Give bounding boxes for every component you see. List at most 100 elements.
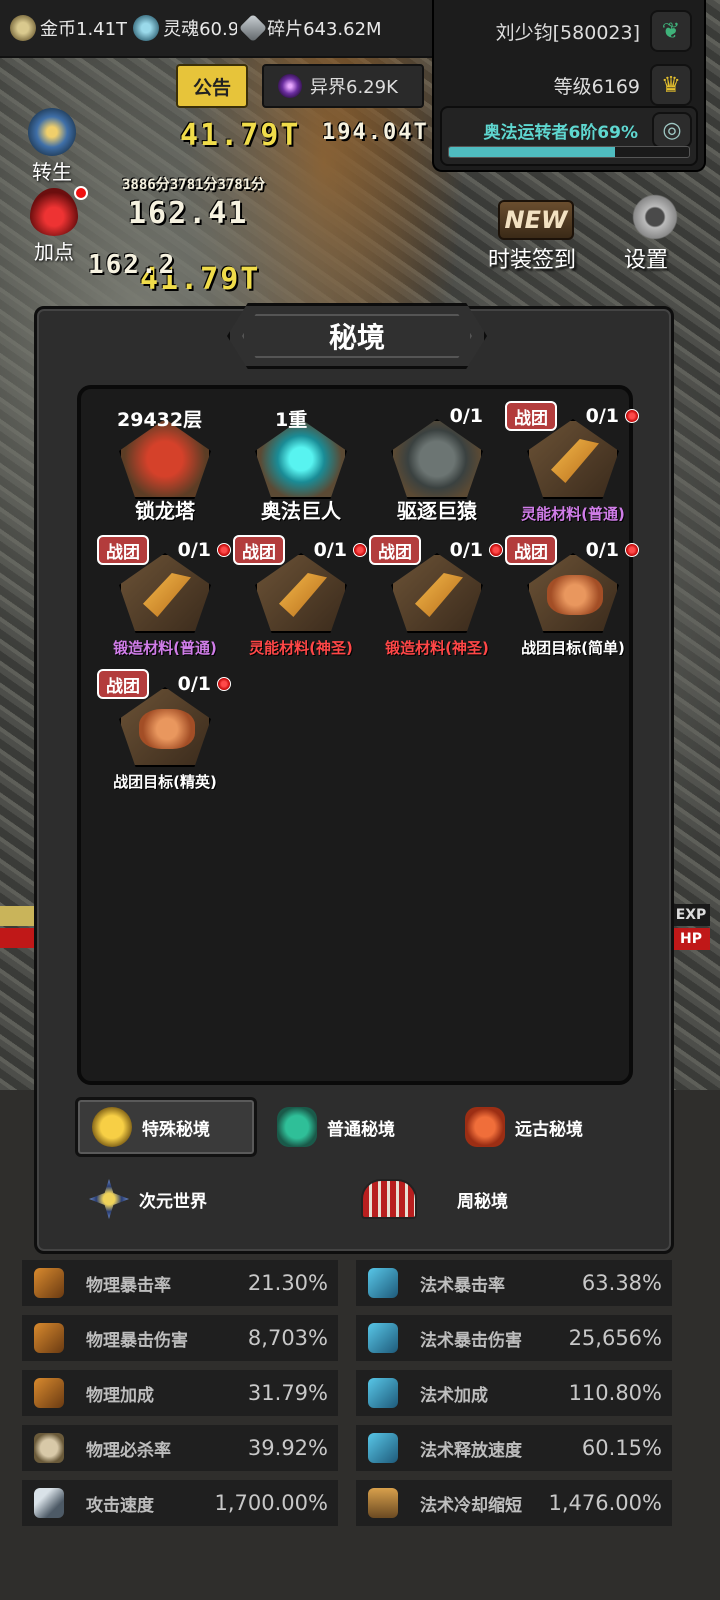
arcane-progress-panel[interactable]: 奥法运转者6阶69% ◎ (440, 106, 698, 166)
player-name-row[interactable]: 刘少钧[580023] ❦ (496, 10, 692, 52)
weekly-icon (361, 1179, 417, 1219)
hp-bar-left (0, 928, 34, 948)
gear-icon (630, 192, 680, 242)
guild-tag: 战团 (505, 401, 557, 431)
dungeon-count: 0/1 (313, 539, 347, 561)
soul-icon (133, 15, 160, 41)
stat-value: 21.30% (247, 1271, 328, 1295)
stat-name: 法术冷却缩短 (420, 1495, 522, 1516)
notice-button[interactable]: 公告 (176, 64, 248, 108)
dungeon-name: 战团目标(简单) (521, 639, 625, 657)
stat-name: 法术暴击率 (420, 1275, 505, 1296)
dungeon-item[interactable]: 战团 0/1 战团目标(精英) (97, 669, 233, 803)
dungeon-item[interactable]: 29432层锁龙塔 (97, 401, 233, 535)
tab-normal-realm[interactable]: 普通秘境 (263, 1097, 445, 1157)
tab-dimension-world[interactable]: 次元世界 (75, 1169, 257, 1229)
target-emblem-icon (119, 687, 211, 767)
sword-icon (34, 1488, 64, 1518)
new-badge[interactable]: NEW (498, 200, 574, 240)
arcane-progress-fill (449, 147, 615, 157)
gold-value: 金币1.41T (40, 19, 128, 40)
player-level: 等级6169 (553, 75, 640, 98)
rebirth-button[interactable]: 转生 (28, 108, 76, 185)
dungeon-count: 1重 (275, 409, 308, 431)
skull-icon (34, 1433, 64, 1463)
secret-realm-modal: 秘境 29432层 锁龙塔 1重 奥法巨人 0/1 驱逐巨猿 战团 0/1 灵能材料(普通) 战团… (34, 303, 674, 1254)
tab-ancient-realm[interactable]: 远古秘境 (451, 1097, 633, 1157)
stat-name: 物理暴击伤害 (86, 1330, 188, 1351)
tab-special-realm[interactable]: 特殊秘境 (75, 1097, 257, 1157)
currency-bar: 金币1.41T 灵魂60.92 碎片643.62M (0, 0, 432, 58)
dungeon-name: 战团目标(精英) (113, 773, 217, 791)
stat-row: 法术加成 110.80% (356, 1370, 672, 1416)
cast-speed-icon (368, 1433, 398, 1463)
currency-shard: 碎片643.62M (238, 13, 382, 43)
physical-crit-dmg-icon (34, 1323, 64, 1353)
player-level-row[interactable]: 等级6169 ♛ (554, 64, 692, 106)
pick-emblem-icon (527, 419, 619, 499)
stat-value: 63.38% (581, 1271, 662, 1295)
notification-dot (489, 543, 503, 557)
settings-label[interactable]: 设置 (624, 242, 668, 274)
dungeon-name: 灵能材料(普通) (521, 505, 625, 523)
dungeon-item[interactable]: 战团 0/1 灵能材料(神圣) (233, 535, 369, 669)
pick-emblem-icon (391, 553, 483, 633)
dungeon-grid: 29432层 锁龙塔 1重 奥法巨人 0/1 驱逐巨猿 战团 0/1 灵能材料(普通) 战团 0/1… (97, 401, 641, 803)
stat-name: 物理加成 (86, 1385, 154, 1406)
dungeon-name: 锻造材料(神圣) (385, 639, 489, 657)
costume-signin-button[interactable]: 时装签到 (488, 242, 576, 274)
settings-button[interactable] (622, 192, 680, 242)
spell-crit-dmg-icon (368, 1323, 398, 1353)
dungeon-name: 灵能材料(神圣) (249, 639, 353, 657)
physical-bonus-icon (34, 1378, 64, 1408)
ancient-icon (465, 1107, 505, 1147)
special-icon (92, 1107, 132, 1147)
stat-row: 物理必杀率 39.92% (22, 1425, 338, 1471)
leaf-icon[interactable]: ❦ (650, 10, 692, 52)
stat-value: 1,700.00% (214, 1491, 328, 1515)
stat-value: 39.92% (247, 1436, 328, 1460)
physical-crit-icon (34, 1268, 64, 1298)
dungeon-item[interactable]: 0/1 驱逐巨猿 (369, 401, 505, 535)
dungeon-item[interactable]: 战团 0/1 锻造材料(普通) (97, 535, 233, 669)
stat-value: 31.79% (247, 1381, 328, 1405)
notification-dot (74, 186, 88, 200)
dungeon-count: 29432层 (117, 409, 203, 431)
dungeon-count: 0/1 (177, 673, 211, 695)
add-points-label: 加点 (34, 240, 74, 264)
guild-tag: 战团 (369, 535, 421, 565)
dungeon-item[interactable]: 战团 0/1 灵能材料(普通) (505, 401, 641, 535)
exp-tag: EXP (672, 904, 710, 926)
stat-row: 法术释放速度 60.15% (356, 1425, 672, 1471)
guild-tag: 战团 (97, 535, 149, 565)
dungeon-name: 锁龙塔 (135, 499, 195, 523)
normal-icon (277, 1107, 317, 1147)
stat-row: 物理暴击伤害 8,703% (22, 1315, 338, 1361)
crown-icon[interactable]: ♛ (650, 64, 692, 106)
tab-label: 普通秘境 (327, 1119, 395, 1140)
modal-title-frame: 秘境 (227, 303, 487, 369)
blood-drop-icon (30, 188, 78, 236)
modal-title: 秘境 (328, 321, 385, 354)
damage-number: 162.41 (128, 196, 249, 231)
player-name: 刘少钧[580023] (495, 21, 640, 44)
notification-dot (625, 543, 639, 557)
dungeon-item[interactable]: 战团 0/1 战团目标(简单) (505, 535, 641, 669)
soul-value: 灵魂60.92 (163, 19, 238, 40)
stat-name: 物理必杀率 (86, 1440, 171, 1461)
add-points-button[interactable]: 加点 (30, 188, 78, 265)
otherworld-button[interactable]: 异界6.29K (262, 64, 424, 108)
score-text: 3886分3781分3781分 (122, 177, 266, 193)
stat-value: 25,656% (568, 1326, 662, 1350)
tab-label: 远古秘境 (515, 1119, 583, 1140)
stat-name: 物理暴击率 (86, 1275, 171, 1296)
damage-number: 41.79T (180, 118, 301, 153)
guild-tag: 战团 (97, 669, 149, 699)
dungeon-item[interactable]: 战团 0/1 锻造材料(神圣) (369, 535, 505, 669)
currency-gold: 金币1.41T (10, 15, 127, 41)
dungeon-item[interactable]: 1重 奥法巨人 (233, 401, 369, 535)
tab-label: 周秘境 (457, 1191, 508, 1212)
stat-row: 法术暴击伤害 25,656% (356, 1315, 672, 1361)
otherworld-label: 异界6.29K (310, 77, 398, 98)
tab-weekly-realm[interactable]: 周秘境 (347, 1169, 567, 1229)
